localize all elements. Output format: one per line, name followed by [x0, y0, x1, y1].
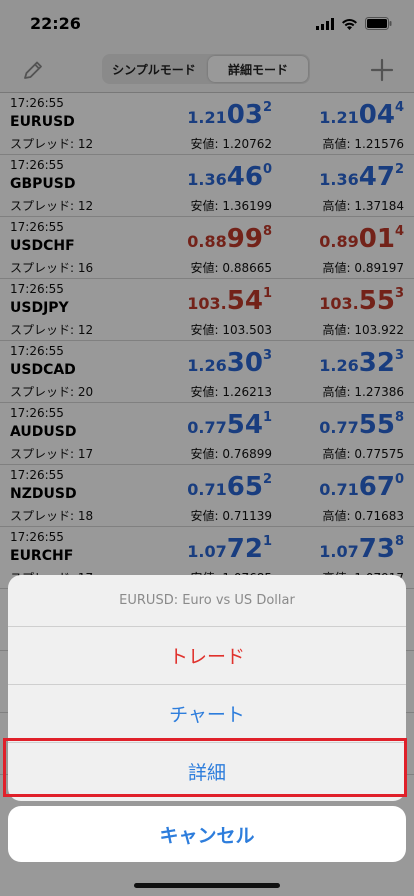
cancel-button[interactable]: キャンセル	[8, 806, 406, 862]
chart-button[interactable]: チャート	[8, 685, 406, 743]
home-indicator[interactable]	[134, 883, 280, 888]
action-sheet-title: EURUSD: Euro vs US Dollar	[8, 575, 406, 627]
trade-button[interactable]: トレード	[8, 627, 406, 685]
details-highlight-box	[3, 738, 407, 797]
